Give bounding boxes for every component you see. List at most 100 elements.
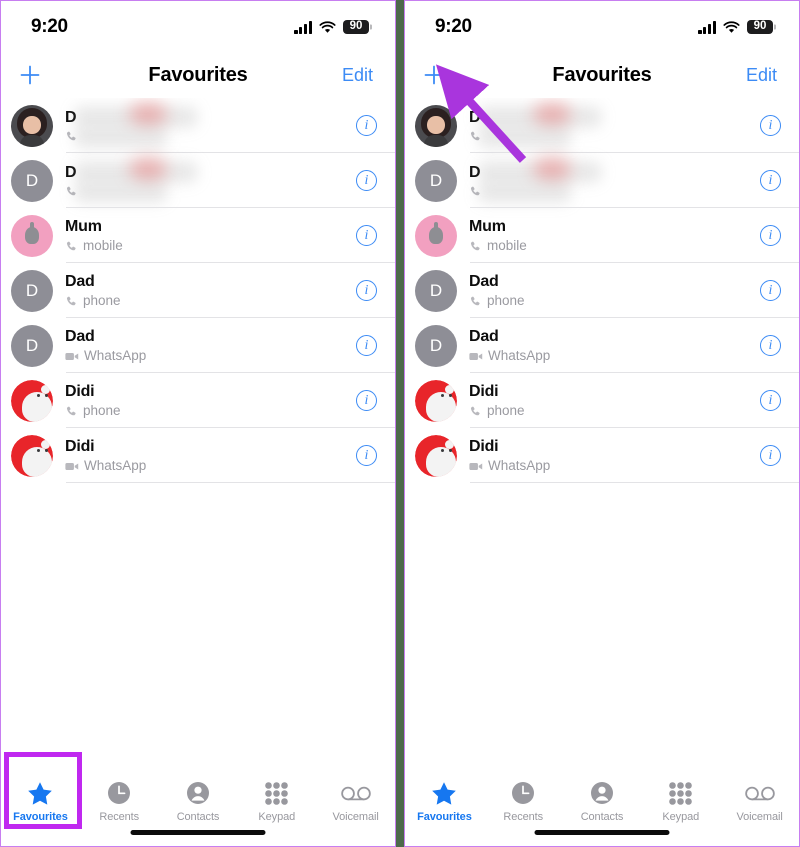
battery-icon: 90 xyxy=(747,19,773,35)
phone-icon xyxy=(470,406,480,415)
favourite-channel xyxy=(469,130,760,143)
add-favourite-button[interactable] xyxy=(423,64,463,86)
navigation-bar: Favourites Edit xyxy=(1,53,395,98)
tab-voicemail[interactable]: Voicemail xyxy=(316,780,395,823)
favourite-row-text: Mum mobile xyxy=(65,217,356,254)
tab-label: Recents xyxy=(503,811,544,823)
tab-favourites[interactable]: Favourites xyxy=(405,780,484,823)
avatar xyxy=(415,214,457,257)
person-circle-icon xyxy=(590,780,614,806)
favourite-row[interactable]: D Dad phone i xyxy=(405,263,799,318)
star-icon xyxy=(431,780,457,806)
tab-label: Contacts xyxy=(580,811,624,823)
avatar xyxy=(415,104,457,147)
home-indicator xyxy=(534,830,670,835)
wifi-icon xyxy=(723,20,740,34)
favourite-row[interactable]: Didi phone i xyxy=(405,373,799,428)
favourite-channel-label: WhatsApp xyxy=(488,348,551,363)
tab-label: Keypad xyxy=(258,811,296,823)
info-button[interactable]: i xyxy=(356,115,377,136)
cellular-bars-icon xyxy=(294,21,312,34)
info-button[interactable]: i xyxy=(356,170,377,191)
video-camera-icon xyxy=(469,462,483,470)
favourite-row[interactable]: Mum mobile i xyxy=(405,208,799,263)
favourite-row[interactable]: D Dad phone i xyxy=(1,263,395,318)
favourite-row[interactable]: Di xyxy=(1,98,395,153)
favourite-row[interactable]: Didi WhatsApp i xyxy=(1,428,395,483)
favourite-row[interactable]: Didi WhatsApp i xyxy=(405,428,799,483)
info-button[interactable]: i xyxy=(356,335,377,356)
info-button[interactable]: i xyxy=(356,225,377,246)
edit-button[interactable]: Edit xyxy=(342,65,373,86)
favourite-channel: WhatsApp xyxy=(65,458,356,474)
favourite-row-text: D xyxy=(469,108,760,142)
favourite-channel xyxy=(65,185,356,198)
favourite-name: D xyxy=(65,109,77,127)
video-camera-icon xyxy=(65,352,79,360)
favourite-row-text: Didi WhatsApp xyxy=(65,437,356,474)
clock-icon xyxy=(107,780,131,806)
info-button[interactable]: i xyxy=(356,445,377,466)
star-icon xyxy=(27,780,53,806)
info-button[interactable]: i xyxy=(760,170,781,191)
page-title: Favourites xyxy=(552,64,652,86)
tab-recents[interactable]: Recents xyxy=(80,780,159,823)
tab-keypad[interactable]: Keypad xyxy=(641,780,720,823)
info-button[interactable]: i xyxy=(760,335,781,356)
tab-contacts[interactable]: Contacts xyxy=(159,780,238,823)
clock-icon xyxy=(108,782,131,804)
favourite-channel: mobile xyxy=(65,238,356,254)
status-time: 9:20 xyxy=(435,16,472,37)
favourite-row[interactable]: Di xyxy=(405,98,799,153)
phone-screenshot-right: 9:20 90 Favourites Edit Di D Di Mum mobile i D… xyxy=(405,0,800,847)
favourite-name: Didi xyxy=(469,382,499,400)
favourite-row[interactable]: DDi xyxy=(405,153,799,208)
favourite-channel: WhatsApp xyxy=(469,348,760,364)
info-button[interactable]: i xyxy=(760,280,781,301)
panel-divider xyxy=(395,0,405,847)
favourite-channel-label: phone xyxy=(83,403,121,418)
info-button[interactable]: i xyxy=(760,390,781,411)
voicemail-icon xyxy=(340,786,371,800)
favourite-row[interactable]: D Dad WhatsApp i xyxy=(405,318,799,373)
phone-icon xyxy=(470,296,480,305)
favourite-channel: phone xyxy=(65,403,356,419)
favourite-name: D xyxy=(469,164,481,182)
favourite-row-text: D xyxy=(65,108,356,142)
tab-favourites[interactable]: Favourites xyxy=(1,780,80,823)
favourite-channel: WhatsApp xyxy=(65,348,356,364)
favourite-row[interactable]: Mum mobile i xyxy=(1,208,395,263)
favourite-name: Didi xyxy=(65,437,95,455)
avatar: D xyxy=(415,159,457,202)
info-button[interactable]: i xyxy=(760,115,781,136)
favourite-name: Dad xyxy=(65,272,95,290)
favourite-row-text: Dad phone xyxy=(469,272,760,309)
person-circle-icon xyxy=(590,782,613,804)
favourite-name: Mum xyxy=(65,217,102,235)
favourite-name: Dad xyxy=(65,327,95,345)
cellular-bars-icon xyxy=(698,21,716,34)
tab-contacts[interactable]: Contacts xyxy=(563,780,642,823)
info-button[interactable]: i xyxy=(356,280,377,301)
edit-button[interactable]: Edit xyxy=(746,65,777,86)
tab-label: Recents xyxy=(99,811,140,823)
favourite-name: D xyxy=(469,109,481,127)
avatar xyxy=(415,379,457,422)
voicemail-icon xyxy=(744,780,775,806)
tab-voicemail[interactable]: Voicemail xyxy=(720,780,799,823)
info-button[interactable]: i xyxy=(760,225,781,246)
favourite-channel xyxy=(65,130,356,143)
keypad-grid-icon xyxy=(265,780,289,806)
info-button[interactable]: i xyxy=(356,390,377,411)
favourite-name: Dad xyxy=(469,327,499,345)
favourite-row[interactable]: D Dad WhatsApp i xyxy=(1,318,395,373)
favourite-channel-label: WhatsApp xyxy=(488,458,551,473)
avatar xyxy=(11,434,53,477)
favourite-row[interactable]: Didi phone i xyxy=(1,373,395,428)
favourite-row[interactable]: DDi xyxy=(1,153,395,208)
info-button[interactable]: i xyxy=(760,445,781,466)
favourite-channel-label: WhatsApp xyxy=(84,458,147,473)
tab-recents[interactable]: Recents xyxy=(484,780,563,823)
tab-keypad[interactable]: Keypad xyxy=(237,780,316,823)
add-favourite-button[interactable] xyxy=(19,64,59,86)
